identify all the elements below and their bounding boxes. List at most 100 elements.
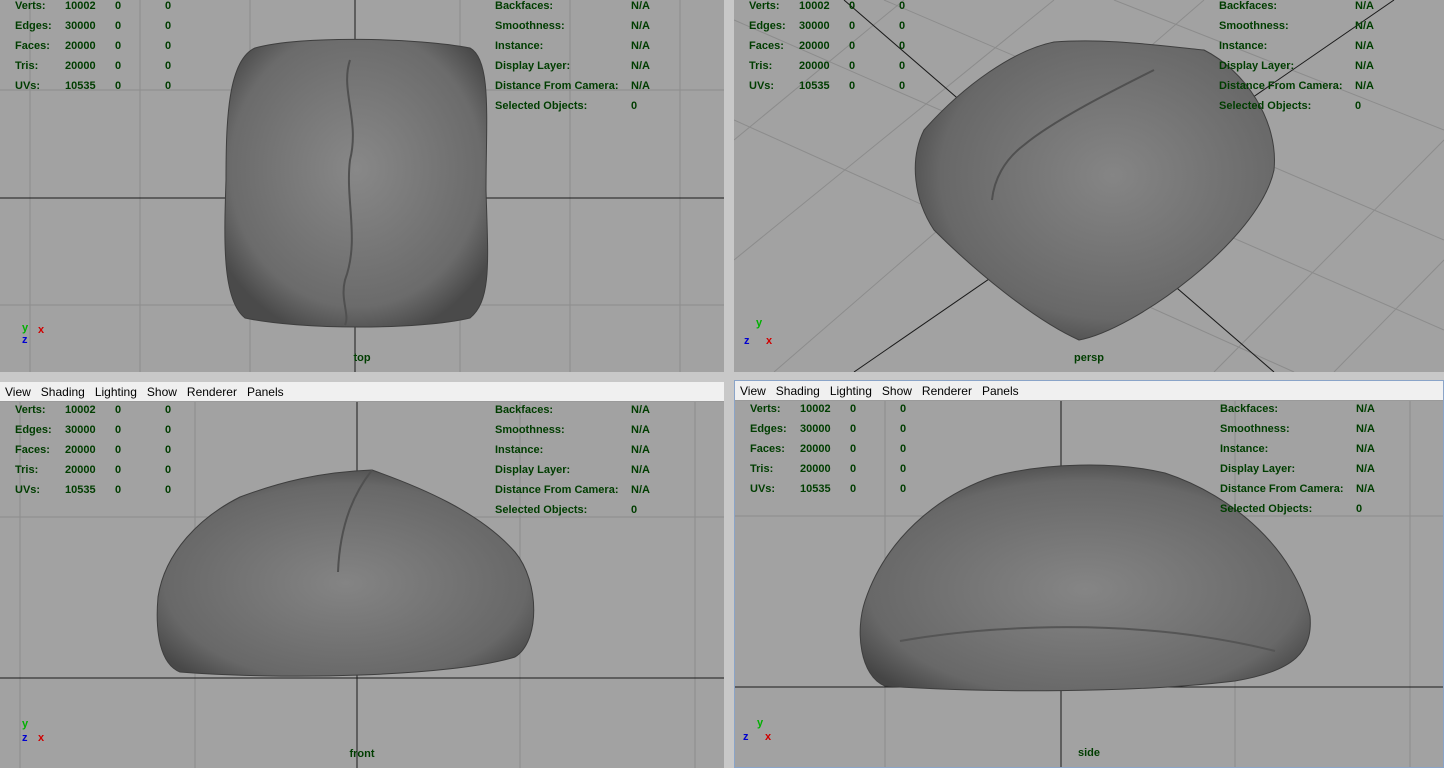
stat-value: 0 [900, 403, 907, 415]
stat-value: 0 [849, 20, 856, 32]
stat-value: 30000 [65, 20, 96, 32]
stat-label: Edges: [749, 20, 786, 32]
info-value: N/A [1356, 463, 1375, 475]
info-label: Display Layer: [495, 464, 571, 476]
stat-value: 0 [115, 484, 122, 496]
info-label: Smoothness: [495, 424, 565, 436]
panel-menubar: View Shading Lighting Show Renderer Pane… [735, 381, 1443, 401]
stat-value: 0 [115, 424, 122, 436]
menu-view[interactable]: View [5, 385, 31, 399]
menu-panels[interactable]: Panels [982, 384, 1019, 398]
stat-value: 10535 [65, 484, 96, 496]
viewport-persp[interactable]: Verts: 10002 0 0 Edges: 30000 0 0 Faces: 20000 0 0 T… [734, 0, 1444, 372]
menu-show[interactable]: Show [147, 385, 177, 399]
axis-indicator: y z x [744, 317, 784, 357]
x-axis-label: x [38, 732, 45, 744]
mesh-object[interactable] [156, 469, 535, 677]
stat-row: Verts: 10002 0 0 [15, 400, 185, 420]
stat-value: 20000 [65, 464, 96, 476]
menu-panels[interactable]: Panels [247, 385, 284, 399]
stat-value: 20000 [800, 463, 831, 475]
viewport-top[interactable]: Verts: 10002 0 0 Edges: 30000 0 0 Faces: 20000 0 0 T… [0, 0, 724, 372]
stat-row: Faces: 20000 0 0 [15, 36, 185, 56]
poly-count-hud: Verts: 10002 0 0 Edges: 30000 0 0 Faces: 20000 0 0 T… [750, 399, 920, 499]
stat-value: 0 [849, 40, 856, 52]
poly-count-hud: Verts: 10002 0 0 Edges: 30000 0 0 Faces: 20000 0 0 T… [15, 0, 185, 96]
info-row: Smoothness: N/A [1219, 16, 1395, 36]
viewport-side[interactable]: View Shading Lighting Show Renderer Pane… [734, 380, 1444, 768]
x-axis-label: x [765, 731, 772, 743]
info-value: 0 [631, 100, 638, 112]
stat-value: 0 [899, 60, 906, 72]
info-row: Instance: N/A [1219, 36, 1395, 56]
stat-value: 20000 [65, 40, 96, 52]
panel-menubar: View Shading Lighting Show Renderer Pane… [0, 382, 724, 402]
stat-value: 0 [115, 60, 122, 72]
info-label: Smoothness: [1220, 423, 1290, 435]
menu-view[interactable]: View [740, 384, 766, 398]
info-label: Smoothness: [1219, 20, 1289, 32]
stat-value: 0 [165, 20, 172, 32]
info-row: Backfaces: N/A [1219, 0, 1395, 16]
stat-value: 0 [165, 80, 172, 92]
stat-value: 10535 [799, 80, 830, 92]
stat-value: 20000 [65, 60, 96, 72]
camera-label-side: side [1077, 747, 1100, 759]
stat-label: Verts: [750, 403, 781, 415]
stat-value: 0 [850, 423, 857, 435]
stat-row: Edges: 30000 0 0 [15, 16, 185, 36]
stat-label: Faces: [749, 40, 784, 52]
stat-value: 0 [115, 404, 122, 416]
menu-lighting[interactable]: Lighting [830, 384, 872, 398]
stat-value: 20000 [800, 443, 831, 455]
stat-row: Tris: 20000 0 0 [15, 460, 185, 480]
info-label: Instance: [1220, 443, 1269, 455]
stat-value: 0 [900, 423, 907, 435]
info-label: Backfaces: [495, 404, 554, 416]
stat-value: 0 [165, 464, 172, 476]
menu-renderer[interactable]: Renderer [922, 384, 972, 398]
stat-row: Edges: 30000 0 0 [750, 419, 920, 439]
stat-value: 0 [849, 60, 856, 72]
stat-value: 0 [849, 80, 856, 92]
info-value: N/A [631, 60, 650, 72]
menu-renderer[interactable]: Renderer [187, 385, 237, 399]
stat-row: UVs: 10535 0 0 [750, 479, 920, 499]
stat-label: Verts: [749, 0, 780, 12]
stat-label: Tris: [750, 463, 774, 475]
stat-row: UVs: 10535 0 0 [15, 480, 185, 500]
stat-row: Faces: 20000 0 0 [749, 36, 919, 56]
stat-label: Edges: [15, 20, 52, 32]
z-axis-label: z [743, 731, 749, 743]
stat-value: 30000 [800, 423, 831, 435]
menu-show[interactable]: Show [882, 384, 912, 398]
object-info-hud: Backfaces: N/A Smoothness: N/A Instance: N/A D… [1219, 0, 1395, 116]
stat-value: 10002 [65, 404, 96, 416]
x-axis-label: x [38, 324, 45, 336]
mesh-object[interactable] [224, 38, 489, 328]
stat-label: Faces: [15, 444, 50, 456]
info-value: N/A [1355, 40, 1374, 52]
stat-value: 10535 [800, 483, 831, 495]
menu-shading[interactable]: Shading [41, 385, 85, 399]
stat-label: UVs: [15, 484, 41, 496]
info-value: N/A [1356, 443, 1375, 455]
info-value: N/A [631, 80, 650, 92]
info-row: Display Layer: N/A [1219, 56, 1395, 76]
menu-shading[interactable]: Shading [776, 384, 820, 398]
viewport-front[interactable]: View Shading Lighting Show Renderer Pane… [0, 382, 724, 768]
stat-label: Tris: [15, 60, 39, 72]
info-value: N/A [631, 484, 650, 496]
stat-value: 0 [900, 443, 907, 455]
info-value: N/A [631, 424, 650, 436]
info-value: 0 [1355, 100, 1362, 112]
camera-label-persp: persp [1074, 352, 1104, 364]
stat-value: 0 [899, 0, 906, 12]
menu-lighting[interactable]: Lighting [95, 385, 137, 399]
info-value: N/A [1356, 403, 1375, 415]
stat-label: Tris: [15, 464, 39, 476]
info-value: N/A [1355, 20, 1374, 32]
stat-label: Edges: [15, 424, 52, 436]
info-row: Display Layer: N/A [1220, 459, 1396, 479]
stat-label: Verts: [15, 0, 46, 12]
